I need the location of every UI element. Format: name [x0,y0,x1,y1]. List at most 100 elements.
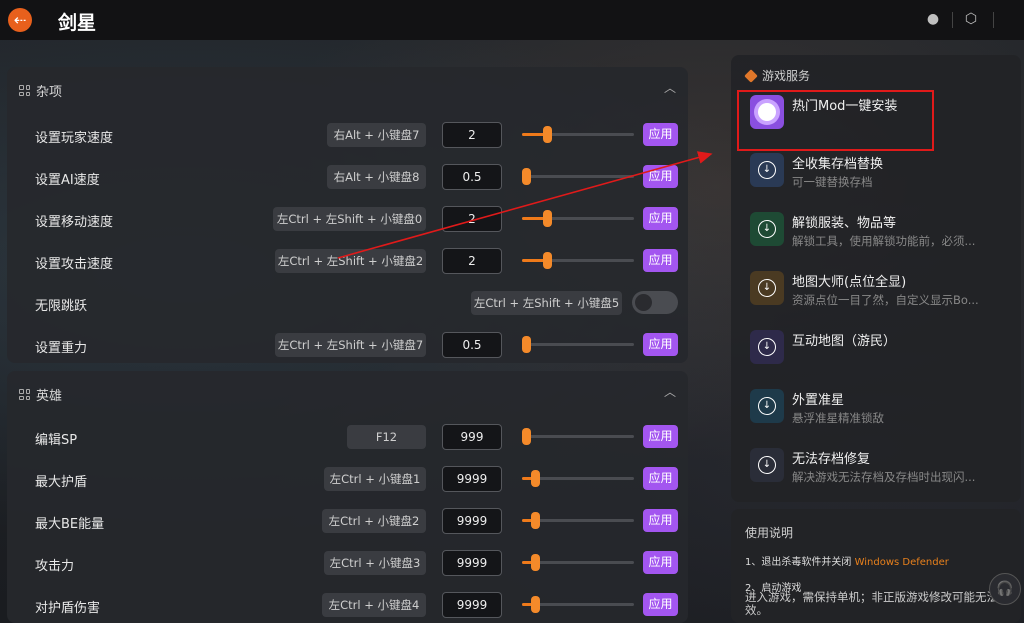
slider-handle[interactable] [522,428,531,445]
hotkey-button[interactable]: 左Ctrl + 左Shift + 小键盘0 [273,207,426,231]
apply-button[interactable]: 应用 [643,593,678,616]
value-input[interactable]: 2 [442,248,502,274]
apply-button[interactable]: 应用 [643,207,678,230]
download-icon: ↓ [750,153,784,187]
hotkey-button[interactable]: 右Alt + 小键盘8 [327,165,426,189]
apply-button[interactable]: 应用 [643,425,678,448]
value-slider[interactable] [522,554,634,571]
value-input[interactable]: 999 [442,424,502,450]
setting-row: 最大BE能量 左Ctrl + 小键盘2 9999 应用 [7,507,688,535]
value-slider[interactable] [522,512,634,529]
value-input[interactable]: 0.5 [442,332,502,358]
apply-button[interactable]: 应用 [643,467,678,490]
support-button[interactable]: 🎧 [989,573,1021,605]
service-title: 外置准星 [792,393,845,408]
value-slider[interactable] [522,210,634,227]
collapse-chevron-icon[interactable]: ︿ [664,383,676,400]
slider-handle[interactable] [522,336,531,353]
apply-button[interactable]: 应用 [643,551,678,574]
value-input[interactable]: 9999 [442,508,502,534]
back-arrow-icon: ⇠ [13,10,27,29]
apply-button[interactable]: 应用 [643,509,678,532]
service-item[interactable]: ↓ 互动地图（游民） [750,328,1015,370]
service-item[interactable]: ↓ 地图大师(点位全显) 资源点位一目了然，自定义显示Bo... [750,269,1015,311]
hotkey-button[interactable]: 左Ctrl + 小键盘4 [322,593,426,617]
value-input[interactable]: 2 [442,122,502,148]
download-icon: ↓ [750,389,784,423]
value-slider[interactable] [522,470,634,487]
section-title: 英雄 [36,389,63,404]
hotkey-button[interactable]: 左Ctrl + 小键盘3 [324,551,426,575]
user-icon[interactable]: ● [925,11,941,27]
download-circle-icon: ↓ [758,338,776,356]
slider-handle[interactable] [543,252,552,269]
value-slider[interactable] [522,336,634,353]
services-header: 游戏服务 [744,67,811,84]
service-item[interactable]: ↓ 解锁服装、物品等 解锁工具，使用解锁功能前，必须... [750,210,1015,252]
value-input[interactable]: 9999 [442,592,502,618]
service-subtitle: 悬浮准星精准锁敌 [792,411,884,425]
slider-handle[interactable] [531,596,540,613]
value-slider[interactable] [522,168,634,185]
slider-handle[interactable] [531,554,540,571]
hotkey-button[interactable]: F12 [347,425,426,449]
service-title: 无法存档修复 [792,452,871,467]
download-icon: ↓ [750,212,784,246]
apply-button[interactable]: 应用 [643,165,678,188]
setting-label: 无限跳跃 [35,299,88,314]
services-title: 游戏服务 [762,69,811,83]
value-input[interactable]: 9999 [442,550,502,576]
setting-label: 攻击力 [35,559,75,574]
value-slider[interactable] [522,596,634,613]
cube-icon [744,68,758,83]
grid-icon [19,85,30,96]
service-title: 地图大师(点位全显) [792,275,907,290]
download-circle-icon: ↓ [758,456,776,474]
apply-button[interactable]: 应用 [643,123,678,146]
hotkey-button[interactable]: 左Ctrl + 小键盘2 [322,509,426,533]
usage-step-1: 1、退出杀毒软件并关闭 Windows Defender [745,553,949,568]
setting-label: 编辑SP [35,433,78,448]
setting-label: 对护盾伤害 [35,601,101,616]
back-button[interactable]: ⇠ [8,8,32,32]
service-item[interactable]: ↓ 无法存档修复 解决游戏无法存档及存档时出现闪... [750,446,1015,488]
section-header: 英雄 [19,385,62,404]
settings-icon[interactable]: ⬡ [963,11,979,27]
step-1-highlight: Windows Defender [854,557,949,568]
hotkey-button[interactable]: 左Ctrl + 左Shift + 小键盘7 [275,333,426,357]
setting-row: 设置重力 左Ctrl + 左Shift + 小键盘7 0.5 应用 [7,331,688,359]
setting-row: 攻击力 左Ctrl + 小键盘3 9999 应用 [7,549,688,577]
setting-row: 设置攻击速度 左Ctrl + 左Shift + 小键盘2 2 应用 [7,247,688,275]
hotkey-button[interactable]: 左Ctrl + 左Shift + 小键盘2 [275,249,426,273]
slider-handle[interactable] [522,168,531,185]
value-slider[interactable] [522,428,634,445]
toggle-switch[interactable] [632,291,678,314]
section-misc: 杂项 ︿ 设置玩家速度 右Alt + 小键盘7 2 应用 设置AI速度 右Alt + 小键… [7,67,688,363]
slider-handle[interactable] [531,512,540,529]
setting-row: 设置玩家速度 右Alt + 小键盘7 2 应用 [7,121,688,149]
value-slider[interactable] [522,126,634,143]
service-title: 解锁服装、物品等 [792,216,897,231]
collapse-chevron-icon[interactable]: ︿ [664,79,676,96]
service-item[interactable]: ↓ 全收集存档替换 可一键替换存档 [750,151,1015,193]
value-input[interactable]: 9999 [442,466,502,492]
setting-label: 设置移动速度 [35,215,114,230]
slider-handle[interactable] [543,210,552,227]
service-subtitle: 资源点位一目了然，自定义显示Bo... [792,293,979,307]
apply-button[interactable]: 应用 [643,249,678,272]
value-slider[interactable] [522,252,634,269]
hotkey-button[interactable]: 左Ctrl + 左Shift + 小键盘5 [471,291,622,315]
section-title: 杂项 [36,85,63,100]
slider-handle[interactable] [531,470,540,487]
hotkey-button[interactable]: 左Ctrl + 小键盘1 [324,467,426,491]
setting-label: 设置AI速度 [35,173,100,188]
service-title: 全收集存档替换 [792,157,884,172]
hotkey-button[interactable]: 右Alt + 小键盘7 [327,123,426,147]
value-input[interactable]: 0.5 [442,164,502,190]
slider-handle[interactable] [543,126,552,143]
apply-button[interactable]: 应用 [643,333,678,356]
service-item[interactable]: ↓ 外置准星悬浮准星精准锁敌 [750,387,1015,429]
usage-title: 使用说明 [745,526,794,540]
section-hero: 英雄 ︿ 编辑SP F12 999 应用 最大护盾 左Ctrl + 小键盘1 9999 应用最… [7,371,688,623]
value-input[interactable]: 2 [442,206,502,232]
